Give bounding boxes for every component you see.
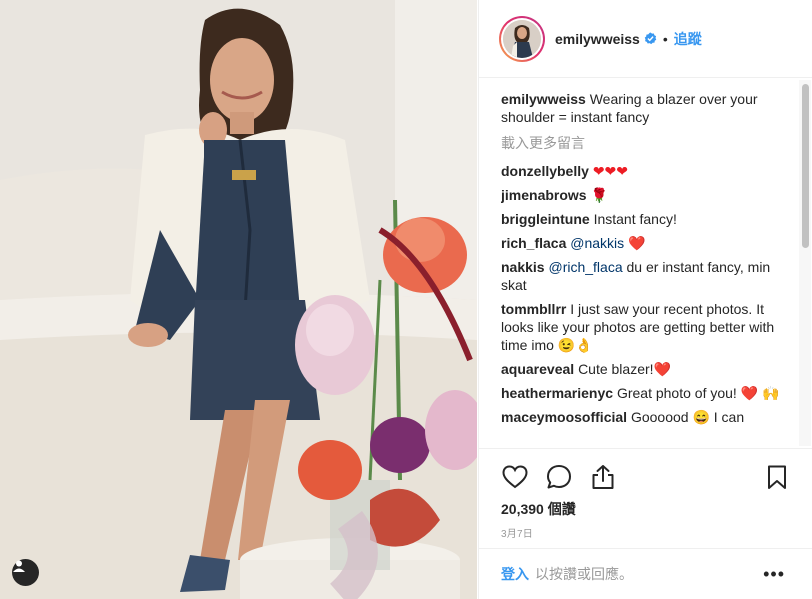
comment-mention[interactable]: @rich_flaca [548, 259, 622, 275]
comment-item: rich_flaca @nakkis ❤️ [501, 234, 789, 252]
comment-mention[interactable]: @nakkis [570, 235, 624, 251]
comment-item: maceymoosofficial Goooood 😄 I can [501, 408, 789, 426]
caption-username[interactable]: emilywweiss [501, 91, 586, 107]
comment-username[interactable]: maceymoosofficial [501, 409, 627, 425]
post-sidebar: emilywweiss • 追蹤 emilywweiss Wearing a b… [478, 0, 812, 599]
comment-username[interactable]: briggleintune [501, 211, 590, 227]
post-header: emilywweiss • 追蹤 [479, 0, 812, 78]
comments-scrollbar[interactable] [799, 80, 811, 446]
like-count[interactable]: 20,390 個讚 [501, 499, 576, 519]
comment-text: Instant fancy! [593, 211, 677, 227]
comment-username[interactable]: aquareveal [501, 361, 574, 377]
comment-item: donzellybelly ❤❤❤ [501, 162, 789, 180]
heart-outline-icon[interactable] [501, 463, 529, 491]
photo-illustration [0, 0, 477, 599]
comment-username[interactable]: jimenabrows [501, 187, 587, 203]
comment-username[interactable]: heathermarienyc [501, 385, 613, 401]
comment-text: Goooood 😄 I can [630, 409, 745, 425]
comment-username[interactable]: tommbllrr [501, 301, 566, 317]
comment-username[interactable]: rich_flaca [501, 235, 566, 251]
comment-item: jimenabrows 🌹 [501, 186, 789, 204]
separator-dot: • [662, 30, 668, 47]
comment-item: tommbllrr I just saw your recent photos.… [501, 300, 789, 354]
comments-list[interactable]: emilywweiss Wearing a blazer over your s… [501, 90, 789, 448]
bookmark-icon[interactable] [763, 463, 791, 491]
load-more-comments-button[interactable]: 載入更多留言 [501, 134, 789, 152]
post-actions: 20,390 個讚 3月7日 [479, 448, 812, 556]
post-photo[interactable] [0, 0, 477, 599]
username-link[interactable]: emilywweiss [555, 31, 640, 47]
comment-item: aquareveal Cute blazer!❤️ [501, 360, 789, 378]
comment-item: heathermarienyc Great photo of you! ❤️ 🙌 [501, 384, 789, 402]
login-link[interactable]: 登入 [501, 564, 529, 584]
comment-text: ❤❤❤ [592, 163, 629, 179]
scrollbar-thumb[interactable] [802, 84, 809, 248]
login-prompt-text: 以按讚或回應。 [535, 566, 633, 582]
comment-text: ❤️ [628, 235, 646, 251]
comment-item: nakkis @rich_flaca du er instant fancy, … [501, 258, 789, 294]
share-icon[interactable] [589, 463, 617, 491]
comment-item: briggleintune Instant fancy! [501, 210, 789, 228]
user-tag-icon[interactable] [12, 559, 39, 586]
caption: emilywweiss Wearing a blazer over your s… [501, 90, 789, 126]
follow-button[interactable]: 追蹤 [674, 29, 702, 49]
comment-username[interactable]: donzellybelly [501, 163, 589, 179]
more-options-icon[interactable]: ••• [763, 564, 785, 585]
post-date[interactable]: 3月7日 [501, 525, 533, 540]
comment-text: 🌹 [590, 187, 608, 203]
comment-bubble-icon[interactable] [545, 463, 573, 491]
comment-text: Great photo of you! ❤️ 🙌 [616, 385, 780, 401]
comment-username[interactable]: nakkis [501, 259, 545, 275]
comment-text: Cute blazer!❤️ [578, 361, 671, 377]
login-prompt: 登入 以按讚或回應。 ••• [479, 548, 812, 599]
verified-badge-icon [644, 32, 657, 45]
avatar[interactable] [499, 15, 545, 62]
